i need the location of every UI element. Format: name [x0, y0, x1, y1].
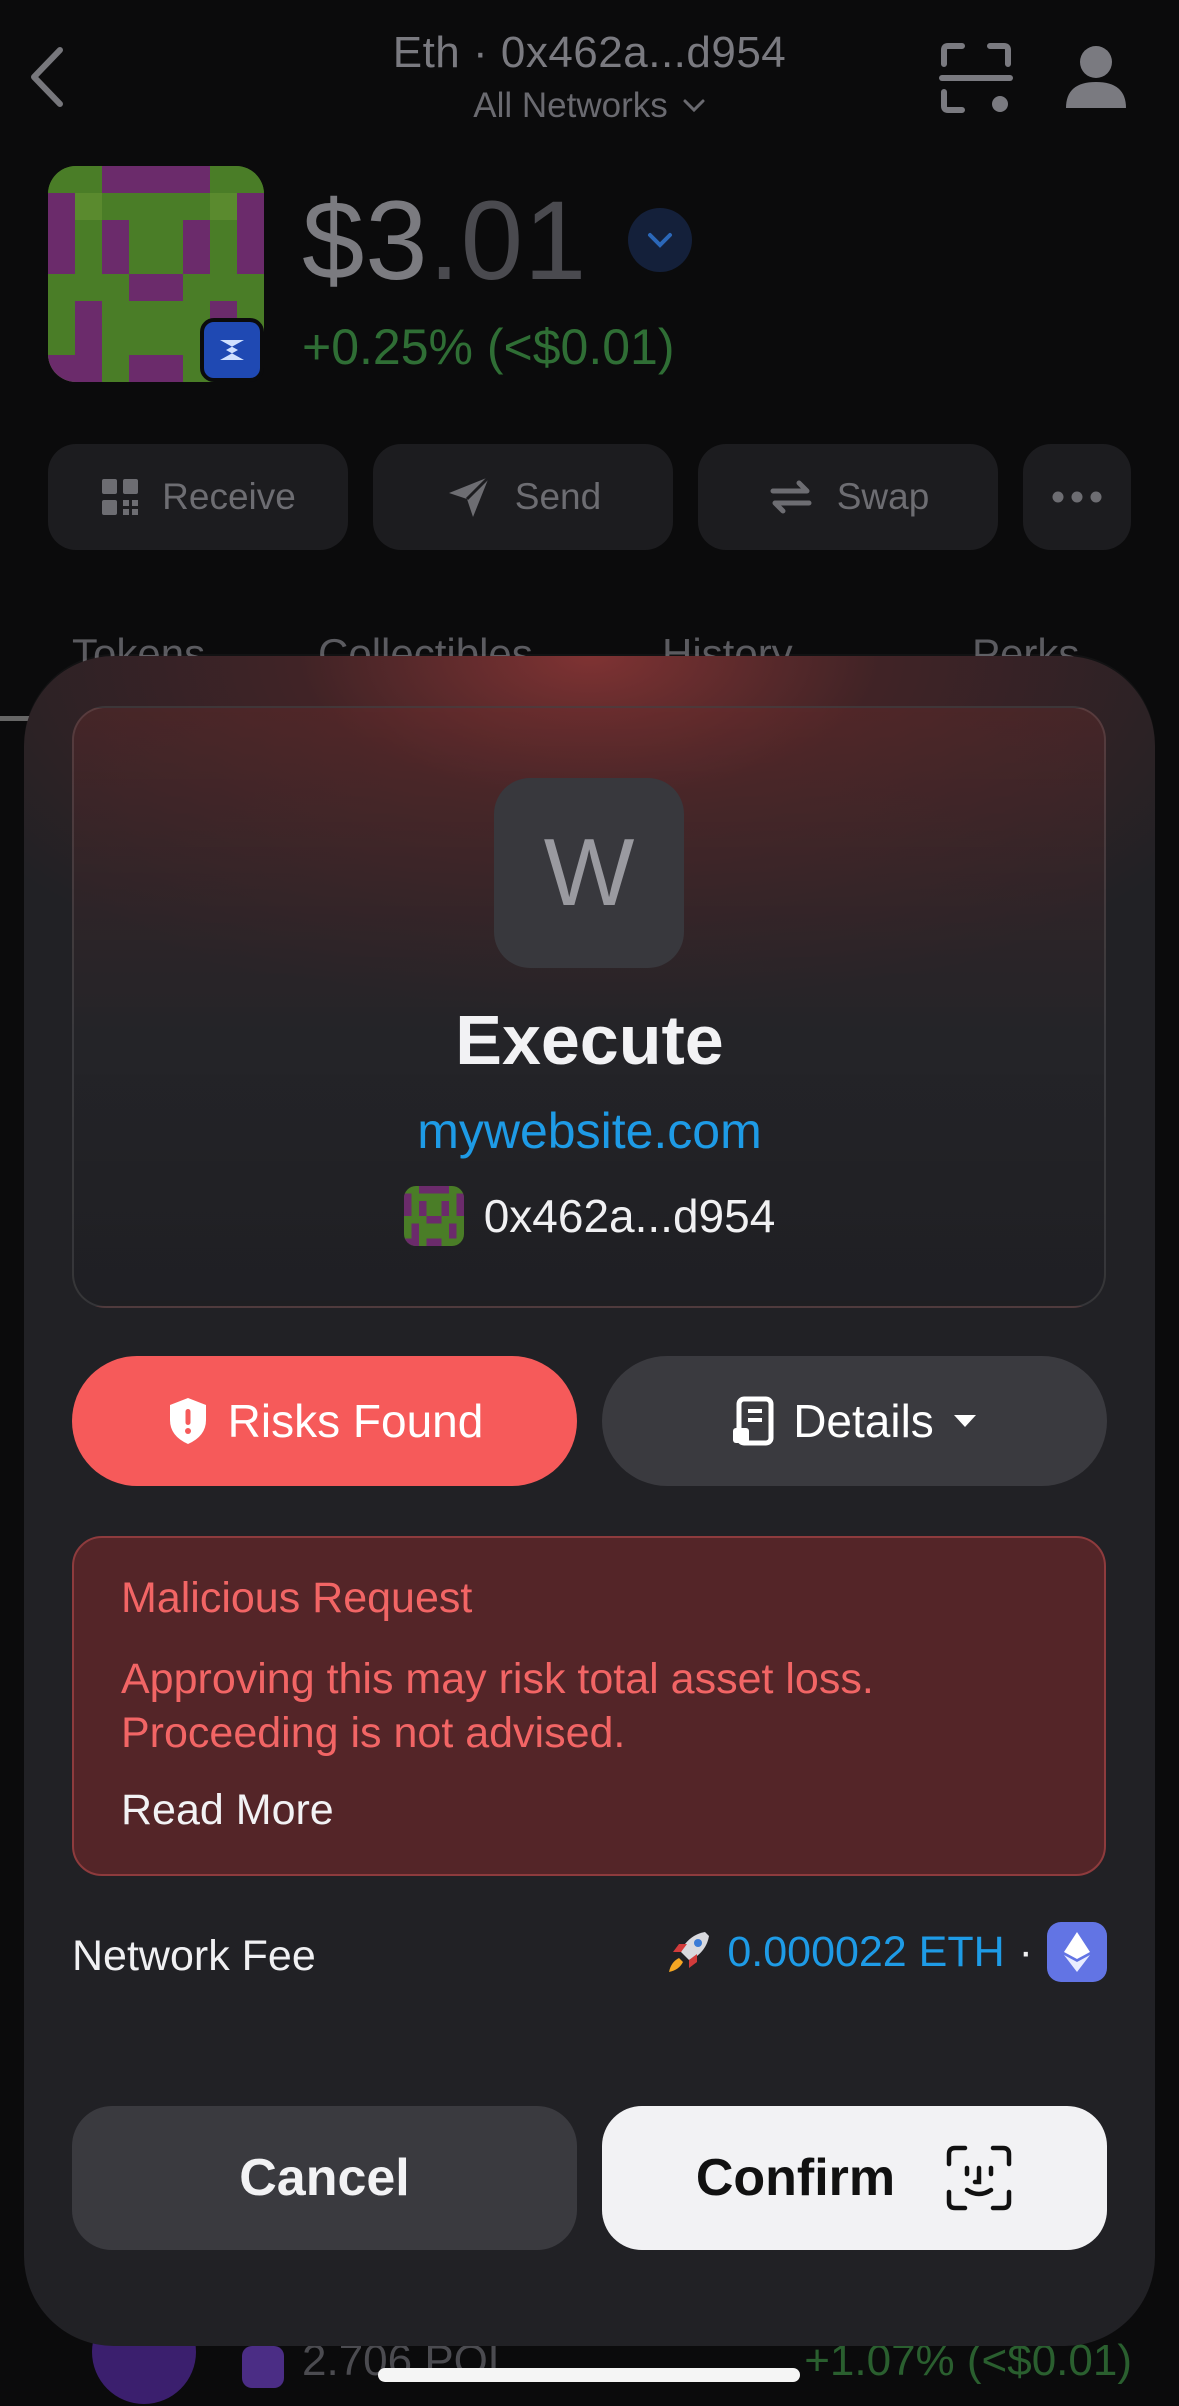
account-avatar: [403, 1186, 464, 1246]
network-label: All Networks: [473, 86, 668, 125]
send-label: Send: [514, 476, 602, 517]
more-dots-icon: [1052, 491, 1102, 503]
balance-amount: $3.01: [302, 176, 587, 305]
polygon-icon: [242, 2346, 284, 2388]
swap-button[interactable]: Swap: [698, 444, 998, 550]
rocket-icon: [669, 1932, 710, 1972]
details-label: Details: [793, 1395, 934, 1447]
swap-label: Swap: [836, 476, 930, 517]
confirm-button[interactable]: Confirm: [602, 2106, 1107, 2250]
network-badge: [200, 318, 264, 382]
account-address: 0x462a...d954: [483, 1190, 776, 1242]
face-id-icon: [946, 2145, 1012, 2211]
warning-body: Approving this may risk total asset loss…: [121, 1655, 874, 1757]
caret-down-icon: [953, 1415, 976, 1427]
cancel-button[interactable]: Cancel: [72, 2106, 577, 2250]
profile-button[interactable]: [1060, 42, 1132, 114]
request-title: Execute: [455, 1001, 724, 1079]
dapp-site-link[interactable]: mywebsite.com: [0, 1102, 1179, 1160]
person-icon: [1066, 46, 1126, 108]
scan-button[interactable]: [938, 40, 1014, 116]
risks-found-label: Risks Found: [227, 1395, 484, 1447]
details-button[interactable]: Details: [602, 1356, 1107, 1486]
paper-plane-icon: [448, 475, 490, 517]
chevron-down-icon: [648, 233, 672, 248]
risks-found-button[interactable]: Risks Found: [72, 1356, 577, 1486]
receipt-icon: [733, 1396, 774, 1446]
fee-separator: ·: [1018, 1927, 1033, 1976]
send-button[interactable]: Send: [373, 444, 673, 550]
network-fee-label: Network Fee: [72, 1932, 316, 1980]
balance-whole: $3: [302, 178, 429, 303]
qr-code-icon: [102, 479, 139, 515]
balance-change: +0.25% (<$0.01): [302, 319, 675, 375]
balance-cents: .01: [428, 178, 588, 303]
home-indicator: [378, 2368, 800, 2382]
receive-label: Receive: [162, 476, 296, 517]
cancel-label: Cancel: [239, 2149, 410, 2207]
swap-arrows-icon: [770, 480, 812, 514]
balance-expand-button[interactable]: [628, 208, 692, 272]
receive-button[interactable]: Receive: [48, 444, 348, 550]
network-fee-value[interactable]: 0.000022 ETH ·: [665, 1922, 1107, 1982]
shield-alert-icon: [169, 1398, 206, 1444]
warning-title: Malicious Request: [121, 1574, 473, 1622]
scan-icon: [939, 43, 1013, 113]
confirm-label: Confirm: [695, 2149, 896, 2207]
signing-account: 0x462a...d954: [0, 1186, 1179, 1246]
ethereum-icon: [1047, 1922, 1107, 1982]
read-more-link[interactable]: Read More: [121, 1786, 334, 1835]
chevron-down-icon: [683, 99, 705, 113]
dapp-icon: W: [494, 778, 684, 968]
network-logo-icon: [220, 340, 244, 360]
more-actions-button[interactable]: [1023, 444, 1131, 550]
fee-amount: 0.000022 ETH: [727, 1927, 1005, 1976]
